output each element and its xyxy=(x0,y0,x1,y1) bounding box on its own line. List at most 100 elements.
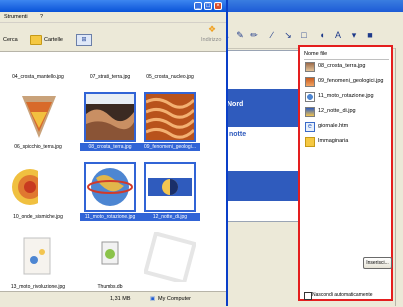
slide-text-notte: notte xyxy=(229,131,247,138)
thumbnail-view: 04_crosta_mantello.jpg 07_strati_terra.j… xyxy=(0,52,226,290)
file-list-item[interactable]: 09_fenomeni_geologici.jpg xyxy=(304,76,390,88)
image-file-icon xyxy=(305,77,315,87)
thumbnail-item[interactable]: 08_crosta_terra.jpg xyxy=(80,92,140,154)
thumbnail-caption: 04_crosta_mantello.jpg xyxy=(12,74,64,80)
html-file-icon: e xyxy=(305,122,315,132)
auto-hide-checkbox[interactable] xyxy=(304,292,312,300)
maximize-button[interactable]: □ xyxy=(204,2,212,10)
thumbnail-image xyxy=(144,92,196,142)
thumbnail-item[interactable]: 07_strati_terra.jpg xyxy=(80,52,140,84)
thumbnail-image xyxy=(12,232,64,282)
thumbnail-item[interactable]: 09_fenomeni_geologi... xyxy=(140,92,200,154)
search-button[interactable]: Cerca xyxy=(3,37,18,43)
arrow-tool-icon[interactable]: ↘ xyxy=(282,29,294,41)
thumbnail-caption: 10_onde_sismiche.jpg xyxy=(13,214,63,220)
thumbnail-image xyxy=(144,162,196,212)
explorer-window: _ □ × Strumenti ? Cerca Cartelle ⊞ Indir… xyxy=(0,0,228,307)
thumbnail-item[interactable]: 11_moto_rotazione.jpg xyxy=(80,162,140,224)
thumbnail-item[interactable]: 12_notte_di.jpg xyxy=(140,162,200,224)
line-tool-icon[interactable]: ∕ xyxy=(266,29,278,41)
thumbnail-item[interactable]: Thumbs.db xyxy=(80,232,140,290)
file-name-column-header[interactable]: Nome file xyxy=(304,51,389,60)
close-button[interactable]: × xyxy=(214,2,222,10)
file-list-item[interactable]: Immaginaria xyxy=(304,136,390,148)
file-name: 09_fenomeni_geologici.jpg xyxy=(318,78,384,84)
pencil-icon[interactable]: ✏ xyxy=(248,29,260,41)
thumbnail-caption: 13_moto_rivoluzione.jpg xyxy=(10,284,66,290)
thumbnail-item[interactable]: 10_onde_sismiche.jpg xyxy=(8,162,68,224)
file-list-item[interactable]: 12_notte_di.jpg xyxy=(304,106,390,118)
insert-button[interactable]: Inserisci... xyxy=(363,257,392,269)
folders-icon[interactable] xyxy=(30,35,42,45)
thumbnail-caption: 09_fenomeni_geologi... xyxy=(140,143,200,151)
thumbnail-image xyxy=(84,52,136,72)
dropdown-arrow-icon[interactable]: ▾ xyxy=(348,29,360,41)
thumbnail-image xyxy=(12,162,64,212)
windows-logo-icon: ❖ xyxy=(208,24,217,34)
thumbnail-item[interactable] xyxy=(140,232,200,290)
folder-icon xyxy=(305,137,315,147)
pen-icon[interactable]: ✎ xyxy=(234,29,246,41)
text-tool-icon[interactable]: A xyxy=(332,29,344,41)
thumbnail-image xyxy=(12,52,64,72)
thumbnail-image xyxy=(144,232,196,282)
file-name: 11_moto_rotazione.jpg xyxy=(318,93,374,99)
views-icon[interactable]: ⊞ xyxy=(76,34,92,46)
computer-icon: ▣ xyxy=(150,296,156,302)
menu-bar: Strumenti ? xyxy=(0,12,226,23)
files-panel: Nome file 08_crosta_terra.jpg 09_fenomen… xyxy=(298,45,393,301)
crust-photo xyxy=(86,94,134,140)
slide-canvas[interactable]: Nord notte xyxy=(218,50,302,222)
file-list-item[interactable]: 11_moto_rotazione.jpg xyxy=(304,91,390,103)
thumbnail-caption: 11_moto_rotazione.jpg xyxy=(80,213,140,221)
thumbnail-caption: 07_strati_terra.jpg xyxy=(89,74,131,80)
file-list-item[interactable]: 08_crosta_terra.jpg xyxy=(304,61,390,73)
thumbnail-caption: Thumbs.db xyxy=(97,284,123,290)
thumbnail-caption: 06_spicchio_terra.jpg xyxy=(14,144,62,150)
file-name: 12_notte_di.jpg xyxy=(318,108,356,114)
minimize-button[interactable]: _ xyxy=(194,2,202,10)
thumbnail-image xyxy=(84,162,136,212)
thumbnail-caption: 05_crosta_nucleo.jpg xyxy=(146,74,194,80)
slide-band-bottom xyxy=(219,171,301,201)
slide-text-nord: Nord xyxy=(227,101,244,108)
thumbnail-caption: 08_crosta_terra.jpg xyxy=(80,143,140,151)
fill-tool-icon[interactable]: ◖ xyxy=(316,29,328,41)
file-name: giornale.htm xyxy=(318,123,349,129)
image-file-icon xyxy=(305,107,315,117)
status-bar: 1,31 MB ▣ My Computer xyxy=(0,291,226,307)
explorer-toolbar: Cerca Cartelle ⊞ Indirizzo ❖ xyxy=(0,23,226,52)
thumbnail-image xyxy=(12,92,64,142)
revolution-illustration xyxy=(23,237,51,275)
watermark-logo xyxy=(144,232,196,282)
shape-tool-icon[interactable]: □ xyxy=(298,29,310,41)
thumbnail-image xyxy=(144,52,196,72)
slide-band-top xyxy=(219,89,301,127)
background-titlebar xyxy=(200,0,403,12)
thumbnail-item[interactable]: 05_crosta_nucleo.jpg xyxy=(140,52,200,84)
geology-photo xyxy=(146,94,194,140)
image-file-icon xyxy=(305,92,315,102)
thumbnail-caption xyxy=(140,283,200,290)
file-list-item[interactable]: e giornale.htm xyxy=(304,121,390,133)
db-file-icon xyxy=(101,241,119,265)
menu-tools[interactable]: Strumenti xyxy=(4,14,28,20)
status-size: 1,31 MB xyxy=(110,296,131,302)
thumbnail-item[interactable]: 04_crosta_mantello.jpg xyxy=(8,52,68,84)
address-label: Indirizzo xyxy=(201,37,222,43)
image-file-icon xyxy=(305,62,315,72)
thumbnail-item[interactable]: 06_spicchio_terra.jpg xyxy=(8,92,68,154)
file-name: Immaginaria xyxy=(318,138,349,144)
status-location: My Computer xyxy=(158,296,192,302)
thumbnail-image xyxy=(84,92,136,142)
earth-wedge-illustration xyxy=(22,96,56,138)
explorer-titlebar: _ □ × xyxy=(0,0,226,12)
folders-button[interactable]: Cartelle xyxy=(44,37,63,43)
thumbnail-image xyxy=(84,232,136,282)
menu-help[interactable]: ? xyxy=(40,14,43,20)
rotation-globe xyxy=(87,168,133,206)
auto-hide-label: Nascondi automaticamente xyxy=(312,292,373,298)
more-tools-icon[interactable]: ■ xyxy=(364,29,376,41)
file-name: 08_crosta_terra.jpg xyxy=(318,63,366,69)
thumbnail-item[interactable]: 13_moto_rivoluzione.jpg xyxy=(8,232,68,290)
